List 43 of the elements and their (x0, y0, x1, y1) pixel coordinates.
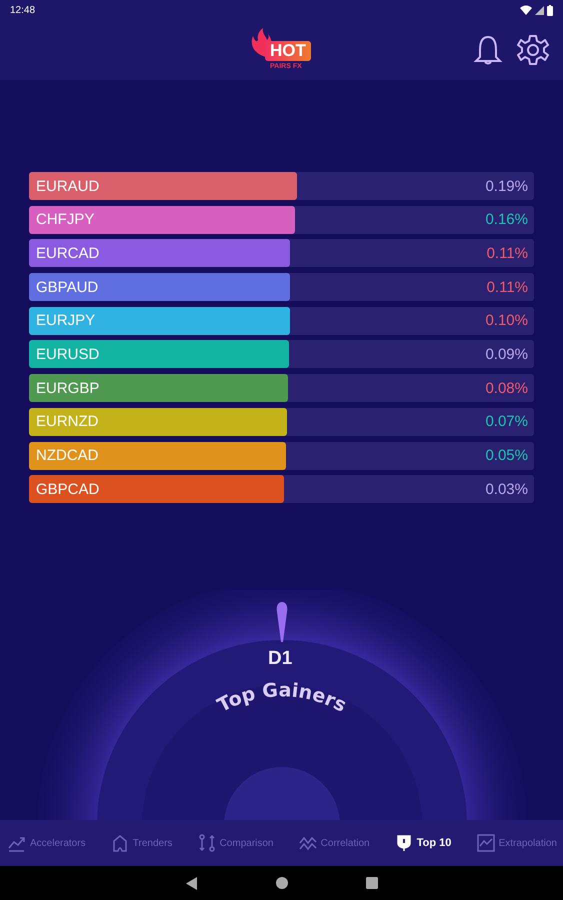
home-icon[interactable] (276, 877, 288, 889)
pair-change: 0.05% (485, 447, 529, 464)
pair-bar[interactable]: GBPCAD (29, 475, 284, 504)
mode-label[interactable]: Top Gainers (214, 679, 350, 717)
pair-change: 0.03% (485, 480, 529, 498)
status-time: 12:48 (10, 4, 36, 16)
pair-change: 0.19% (485, 178, 529, 194)
pair-change: 0.08% (485, 380, 529, 397)
nav-tab[interactable]: Trenders (110, 834, 172, 852)
zigzag-icon (298, 834, 317, 852)
pair-bar[interactable]: EURGBP (29, 374, 288, 402)
pair-bar[interactable]: EURAUD (29, 172, 297, 200)
pair-bar[interactable]: GBPAUD (29, 273, 290, 302)
trophy-icon (394, 834, 413, 852)
pair-change: 0.11% (486, 278, 529, 296)
pair-bar[interactable]: NZDCAD (29, 442, 286, 470)
pair-change: 0.09% (485, 346, 529, 363)
nav-tab[interactable]: Top 10 (394, 834, 452, 852)
arrows-icon (198, 834, 216, 852)
notifications-icon[interactable] (473, 34, 503, 66)
pair-bar[interactable]: EURUSD (29, 340, 290, 368)
recents-icon[interactable] (366, 877, 378, 889)
pair-change: 0.11% (486, 244, 529, 262)
nav-tab[interactable]: Extrapolation (476, 834, 557, 852)
pair-bar[interactable]: EURJPY (29, 306, 290, 335)
line-chart-icon (476, 834, 495, 852)
pair-change: 0.10% (485, 312, 529, 330)
pair-bar[interactable]: EURNZD (29, 408, 287, 436)
house-icon (110, 834, 129, 852)
nav-tab[interactable]: Accelerators (8, 834, 86, 852)
nav-tab[interactable]: Comparison (198, 834, 274, 852)
back-icon[interactable] (186, 876, 198, 890)
nav-tab[interactable]: Correlation (298, 834, 370, 852)
pair-bar[interactable]: EURCAD (29, 239, 290, 268)
battery-icon (547, 4, 553, 16)
settings-icon[interactable] (517, 34, 549, 66)
signal-icon (535, 6, 544, 14)
wifi-icon (520, 5, 532, 15)
timeframe-label[interactable]: D1 (268, 648, 292, 670)
pair-change: 0.07% (485, 413, 529, 430)
logo-word: HOT (265, 41, 311, 61)
pair-change: 0.16% (485, 211, 529, 228)
pair-bar[interactable]: CHFJPY (29, 206, 296, 234)
